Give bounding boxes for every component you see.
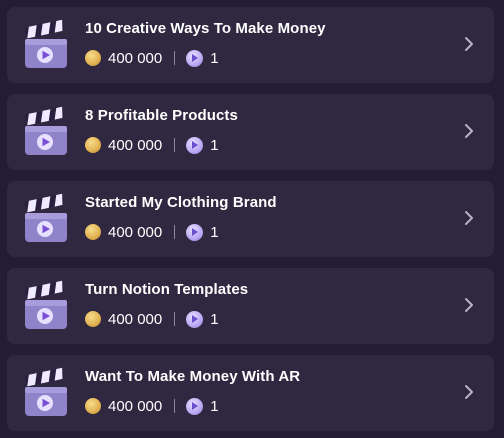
course-price: 400 000	[108, 49, 163, 67]
course-price: 400 000	[108, 310, 163, 328]
separator	[174, 225, 176, 239]
coin-icon	[85, 311, 101, 327]
chevron-right-icon[interactable]	[464, 384, 474, 400]
video-count: 1	[210, 223, 219, 241]
course-title: Want To Make Money With AR	[85, 368, 301, 385]
video-count: 1	[210, 310, 219, 328]
video-clapperboard-icon	[19, 106, 73, 160]
video-count-icon	[186, 397, 204, 415]
chevron-right-icon[interactable]	[464, 210, 474, 226]
coin-icon	[85, 224, 101, 240]
course-price: 400 000	[108, 223, 163, 241]
chevron-right-icon[interactable]	[464, 297, 474, 313]
course-meta: 400 000 1	[85, 309, 219, 329]
separator	[174, 399, 176, 413]
course-meta: 400 000 1	[85, 135, 219, 155]
course-list: 10 Creative Ways To Make Money 400 000 1	[0, 0, 504, 438]
separator	[174, 312, 176, 326]
course-item[interactable]: Turn Notion Templates 400 000 1	[7, 268, 494, 344]
course-meta: 400 000 1	[85, 222, 219, 242]
coin-icon	[85, 398, 101, 414]
separator	[174, 138, 176, 152]
chevron-right-icon[interactable]	[464, 123, 474, 139]
video-clapperboard-icon	[19, 193, 73, 247]
course-price: 400 000	[108, 136, 163, 154]
course-item[interactable]: 8 Profitable Products 400 000 1	[7, 94, 494, 170]
course-meta: 400 000 1	[85, 48, 219, 68]
video-count-icon	[186, 49, 204, 67]
course-item[interactable]: Want To Make Money With AR 400 000 1	[7, 355, 494, 431]
video-count-icon	[186, 310, 204, 328]
video-count-icon	[186, 223, 204, 241]
course-title: Turn Notion Templates	[85, 281, 249, 298]
video-count: 1	[210, 136, 219, 154]
course-item[interactable]: 10 Creative Ways To Make Money 400 000 1	[7, 7, 494, 83]
course-item[interactable]: Started My Clothing Brand 400 000 1	[7, 181, 494, 257]
coin-icon	[85, 137, 101, 153]
video-count-icon	[186, 136, 204, 154]
video-clapperboard-icon	[19, 280, 73, 334]
coin-icon	[85, 50, 101, 66]
course-price: 400 000	[108, 397, 163, 415]
video-count: 1	[210, 49, 219, 67]
video-clapperboard-icon	[19, 19, 73, 73]
chevron-right-icon[interactable]	[464, 36, 474, 52]
video-count: 1	[210, 397, 219, 415]
course-title: Started My Clothing Brand	[85, 194, 277, 211]
video-clapperboard-icon	[19, 367, 73, 421]
course-meta: 400 000 1	[85, 396, 219, 416]
course-title: 8 Profitable Products	[85, 107, 238, 124]
course-title: 10 Creative Ways To Make Money	[85, 20, 326, 37]
separator	[174, 51, 176, 65]
